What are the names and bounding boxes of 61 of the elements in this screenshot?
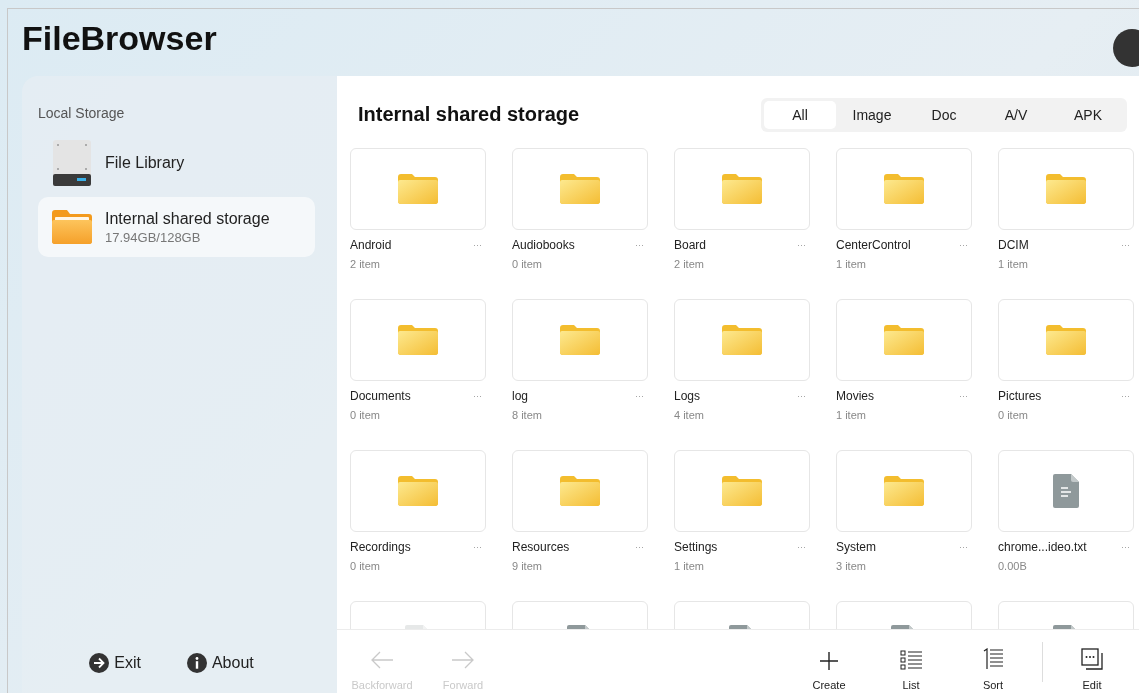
filter-tab[interactable]: APK [1052,100,1124,129]
filter-tab[interactable]: Image [836,100,908,129]
item-name: DCIM [998,238,1029,252]
item-info: 0.00B [998,560,1028,572]
more-button[interactable]: ··· [635,240,644,250]
more-button[interactable]: ··· [1121,542,1130,552]
item-name: Android [350,238,392,252]
item-info: 1 item [836,258,867,270]
item-info: 1 item [674,560,705,572]
item-name: Pictures [998,389,1042,403]
item-name: Documents [350,389,411,403]
item-name: Settings [674,540,718,554]
filter-tab[interactable]: Doc [908,100,980,129]
item-info: 3 item [836,560,867,572]
more-button[interactable]: ··· [797,391,806,401]
item-name: Resources [512,540,570,554]
item-info: 1 item [836,409,867,421]
item-info: 0 item [998,409,1029,421]
edit-button[interactable]: Edit [1051,648,1133,692]
item-info: 8 item [512,409,543,421]
more-button[interactable]: ··· [473,542,482,552]
item-info: 1 item [998,258,1029,270]
more-button[interactable]: ··· [635,542,644,552]
exit-button[interactable]: Exit [89,653,141,673]
list-button[interactable]: List [870,650,952,692]
item-info: 0 item [350,560,381,572]
item-name: log [512,389,528,403]
app-title: FileBrowser [22,19,217,58]
more-button[interactable]: ··· [1121,391,1130,401]
section-label: Local Storage [38,105,126,121]
more-button[interactable]: ··· [473,391,482,401]
filter-tab[interactable]: All [764,100,836,129]
about-button[interactable]: About [186,653,254,673]
more-button[interactable]: ··· [797,240,806,250]
more-button[interactable]: ··· [959,391,968,401]
create-button[interactable]: Create [788,652,870,692]
item-name: Audiobooks [512,238,575,252]
more-button[interactable]: ··· [473,240,482,250]
filter-tab[interactable]: A/V [980,100,1052,129]
more-button[interactable]: ··· [797,542,806,552]
item-name: Logs [674,389,701,403]
item-name: CenterControl [836,238,911,252]
item-name: chrome...ideo.txt [998,540,1087,554]
more-button[interactable]: ··· [1121,240,1130,250]
item-name: Board [674,238,707,252]
item-info: 2 item [674,258,705,270]
item-name: Movies [836,389,874,403]
folder-title: Internal shared storage [358,103,580,126]
item-name: System [836,540,876,554]
item-info: 9 item [512,560,543,572]
item-info: 2 item [350,258,381,270]
more-button[interactable]: ··· [635,391,644,401]
item-name: Recordings [350,540,411,554]
item-info: 0 item [512,258,543,270]
sort-button[interactable]: Sort [952,648,1034,692]
more-button[interactable]: ··· [959,542,968,552]
more-button[interactable]: ··· [959,240,968,250]
sidebar-item[interactable]: File Library [38,133,315,193]
sidebar-item[interactable]: Internal shared storage 17.94GB/128GB [38,197,315,257]
item-info: 0 item [350,409,381,421]
item-info: 4 item [674,409,705,421]
